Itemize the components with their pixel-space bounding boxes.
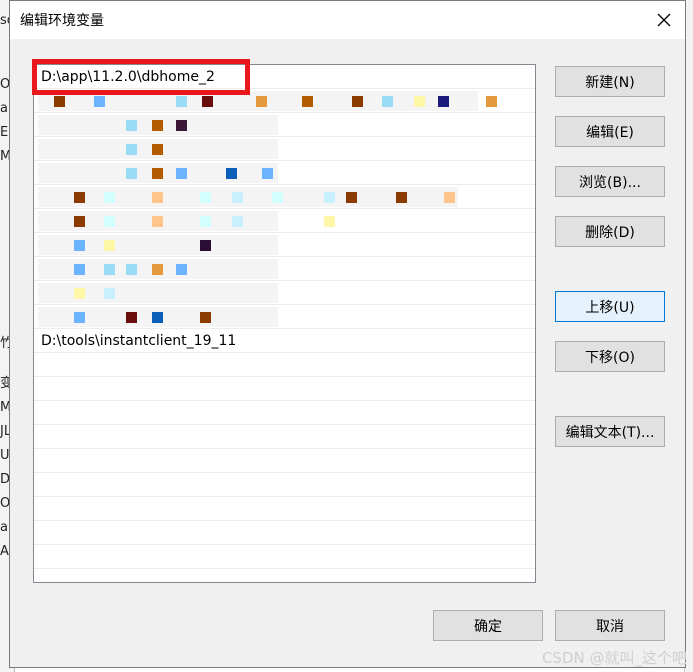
redaction-pixel: [152, 168, 163, 179]
redaction-pixel: [200, 240, 211, 251]
move-up-button[interactable]: 上移(U): [555, 291, 665, 322]
redaction-pixel: [176, 264, 187, 275]
list-item[interactable]: [34, 281, 535, 305]
redaction-pixel: [324, 192, 335, 203]
list-item[interactable]: [34, 569, 535, 582]
path-list[interactable]: D:\app\11.2.0\dbhome_2 D:\tools\instantcl…: [33, 64, 536, 583]
redaction-pixel: [104, 240, 115, 251]
title-bar: 编辑环境变量: [10, 1, 685, 39]
dialog-title: 编辑环境变量: [20, 13, 104, 29]
redaction-pixel: [256, 96, 267, 107]
redaction-pixel: [74, 288, 85, 299]
redaction-pixel: [226, 168, 237, 179]
browse-button[interactable]: 浏览(B)...: [555, 166, 665, 197]
move-down-button[interactable]: 下移(O): [555, 341, 665, 372]
redaction-pixel: [74, 216, 85, 227]
list-item[interactable]: [34, 137, 535, 161]
redaction-pixel: [262, 168, 273, 179]
list-item[interactable]: [34, 425, 535, 449]
redaction-pixel: [444, 192, 455, 203]
redaction-pixel: [438, 96, 449, 107]
delete-button[interactable]: 删除(D): [555, 216, 665, 247]
redaction-pixel: [104, 216, 115, 227]
redaction-pixel: [176, 168, 187, 179]
redaction-pixel: [104, 264, 115, 275]
redaction-pixel: [346, 192, 357, 203]
edit-env-variable-dialog: 编辑环境变量 D:\app\11.2.0\dbhome_2 D:\tools\in…: [9, 0, 686, 668]
redaction-pixel: [152, 264, 163, 275]
list-item[interactable]: [34, 233, 535, 257]
list-item-label: D:\tools\instantclient_19_11: [41, 333, 237, 349]
list-item[interactable]: [34, 449, 535, 473]
redaction-pixel: [74, 312, 85, 323]
redaction-pixel: [126, 312, 137, 323]
list-item[interactable]: [34, 209, 535, 233]
redaction-pixel: [152, 192, 163, 203]
list-item[interactable]: [34, 353, 535, 377]
list-item[interactable]: [34, 473, 535, 497]
list-item[interactable]: [34, 257, 535, 281]
redaction-pixel: [126, 264, 137, 275]
new-button[interactable]: 新建(N): [555, 66, 665, 97]
redaction-pixel: [202, 96, 213, 107]
list-item[interactable]: [34, 401, 535, 425]
redaction-pixel: [54, 96, 65, 107]
list-item[interactable]: D:\app\11.2.0\dbhome_2: [34, 65, 535, 89]
redaction-pixel: [126, 120, 137, 131]
redaction-pixel: [176, 96, 187, 107]
redaction-pixel: [200, 312, 211, 323]
redaction-pixel: [232, 192, 243, 203]
close-button[interactable]: [651, 7, 677, 33]
redaction-pixel: [104, 288, 115, 299]
list-item[interactable]: [34, 113, 535, 137]
redaction-pixel: [414, 96, 425, 107]
redaction-pixel: [74, 240, 85, 251]
list-item[interactable]: [34, 545, 535, 569]
redaction-pixel: [302, 96, 313, 107]
redaction-pixel: [352, 96, 363, 107]
redaction-pixel: [126, 144, 137, 155]
ok-button[interactable]: 确定: [433, 610, 543, 641]
cancel-button[interactable]: 取消: [555, 610, 665, 641]
list-item[interactable]: [34, 161, 535, 185]
redaction-pixel: [104, 192, 115, 203]
list-item[interactable]: [34, 185, 535, 209]
list-item[interactable]: [34, 521, 535, 545]
redaction-pixel: [176, 120, 187, 131]
redaction-pixel: [272, 192, 283, 203]
list-item[interactable]: [34, 377, 535, 401]
close-icon: [657, 13, 671, 27]
redaction-pixel: [324, 216, 335, 227]
redaction-pixel: [152, 144, 163, 155]
list-item-label: D:\app\11.2.0\dbhome_2: [41, 69, 215, 85]
redaction-pixel: [232, 216, 243, 227]
redaction-pixel: [74, 264, 85, 275]
redaction-pixel: [126, 168, 137, 179]
redaction-pixel: [382, 96, 393, 107]
redaction-pixel: [486, 96, 497, 107]
redaction-pixel: [94, 96, 105, 107]
edit-text-button[interactable]: 编辑文本(T)...: [555, 416, 665, 447]
redaction-blur: [38, 187, 458, 207]
redaction-pixel: [152, 216, 163, 227]
redaction-pixel: [152, 120, 163, 131]
edit-button[interactable]: 编辑(E): [555, 116, 665, 147]
list-item[interactable]: D:\tools\instantclient_19_11: [34, 329, 535, 353]
list-item[interactable]: [34, 305, 535, 329]
redaction-pixel: [200, 216, 211, 227]
redaction-pixel: [200, 192, 211, 203]
list-item[interactable]: [34, 89, 535, 113]
redaction-pixel: [152, 312, 163, 323]
watermark: CSDN @就叫_这个吧: [541, 649, 687, 667]
list-item[interactable]: [34, 497, 535, 521]
redaction-pixel: [396, 192, 407, 203]
redaction-pixel: [74, 192, 85, 203]
